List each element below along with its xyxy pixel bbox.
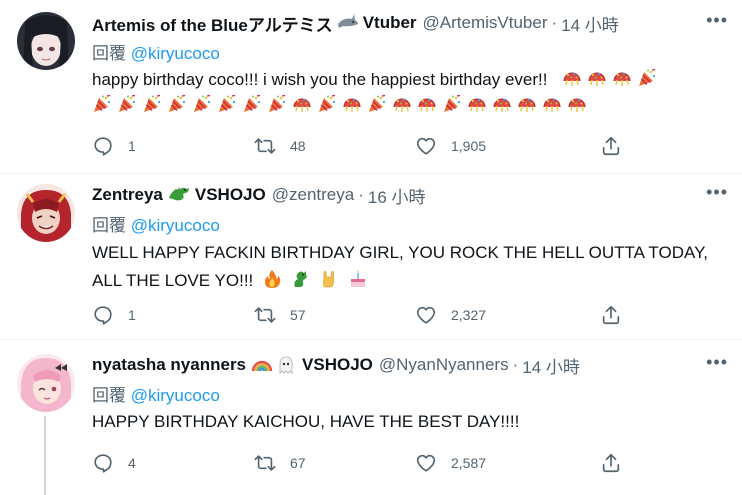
user-handle[interactable]: @NyanNyanners — [379, 355, 509, 375]
mention-link[interactable]: @kiryucoco — [131, 216, 220, 235]
tweet-text: HAPPY BIRTHDAY KAICHOU, HAVE THE BEST DA… — [92, 409, 728, 435]
share-icon — [600, 452, 622, 474]
retweet-icon — [254, 304, 276, 326]
display-name[interactable]: Artemis of the Blueアルテミス — [92, 11, 333, 36]
like-icon — [415, 304, 437, 326]
display-name[interactable]: nyatasha nyanners — [92, 355, 246, 375]
dragon-emoji-icon — [294, 271, 307, 287]
reply-icon — [92, 304, 114, 326]
dragon-emoji-icon — [167, 184, 191, 207]
tweet-nyanners[interactable]: nyatasha nyanners VSHOJO @NyanNyanners ·… — [0, 340, 742, 495]
tweet-actions: 4 67 2,587 — [92, 450, 632, 476]
confetti-ball-emoji-icon — [392, 96, 442, 115]
rock-on-emoji-icon — [323, 270, 335, 288]
birthday-cake-emoji-icon — [351, 270, 366, 287]
confetti-ball-emoji-icon — [467, 96, 592, 115]
retweet-button[interactable]: 67 — [254, 452, 306, 474]
share-icon — [600, 135, 622, 157]
retweet-button[interactable]: 57 — [254, 304, 306, 326]
party-popper-emoji-icon — [442, 96, 467, 115]
time-separator: · — [551, 13, 558, 32]
tweet-text-content: happy birthday coco!!! i wish you the ha… — [92, 70, 548, 89]
time-separator: · — [512, 355, 519, 374]
party-popper-emoji-icon — [637, 70, 662, 89]
share-icon — [600, 304, 622, 326]
like-count: 2,327 — [451, 307, 487, 323]
reply-count: 1 — [128, 307, 136, 323]
rainbow-emoji-icon — [252, 360, 273, 372]
reply-button[interactable]: 1 — [92, 304, 136, 326]
shark-emoji-icon — [337, 13, 359, 34]
avatar[interactable] — [17, 12, 75, 70]
display-name-suffix[interactable]: Vtuber — [363, 13, 417, 33]
mention-link[interactable]: @kiryucoco — [131, 386, 220, 405]
retweet-icon — [254, 452, 276, 474]
like-icon — [415, 135, 437, 157]
share-button[interactable] — [600, 304, 636, 326]
tweet-text: WELL HAPPY FACKIN BIRTHDAY GIRL, YOU ROC… — [92, 239, 728, 295]
reply-count: 4 — [128, 455, 136, 471]
display-name-suffix[interactable]: VSHOJO — [195, 185, 266, 205]
reply-context: 回覆 @kiryucoco — [92, 381, 728, 405]
like-button[interactable]: 1,905 — [415, 135, 486, 157]
user-handle[interactable]: @zentreya — [272, 185, 354, 205]
retweet-count: 67 — [290, 455, 306, 471]
like-count: 1,905 — [451, 138, 487, 154]
ghost-emoji-icon — [279, 356, 293, 374]
share-button[interactable] — [600, 452, 636, 474]
display-name-suffix[interactable]: VSHOJO — [302, 355, 373, 375]
more-icon[interactable]: ••• — [706, 183, 728, 201]
confetti-ball-emoji-icon — [342, 96, 367, 115]
tweet-header: nyatasha nyanners VSHOJO @NyanNyanners ·… — [92, 353, 728, 378]
retweet-count: 57 — [290, 307, 306, 323]
retweet-icon — [254, 135, 276, 157]
tweet-text-content: HAPPY BIRTHDAY KAICHOU, HAVE THE BEST DA… — [92, 412, 520, 431]
fire-emoji-icon — [265, 270, 281, 288]
tweet-header: Artemis of the Blueアルテミス Vtuber @Artemis… — [92, 11, 728, 36]
reply-icon — [92, 135, 114, 157]
tweet-text: happy birthday coco!!! i wish you the ha… — [92, 67, 728, 119]
tweet-actions: 1 57 2,327 — [92, 302, 632, 328]
tweet-header: Zentreya VSHOJO @zentreya · 16 小時 — [92, 183, 728, 208]
party-popper-emoji-icon — [317, 96, 342, 115]
thread-connector-line — [44, 416, 46, 495]
timestamp[interactable]: 14 小時 — [522, 353, 580, 378]
like-count: 2,587 — [451, 455, 487, 471]
reply-prefix: 回覆 — [92, 216, 126, 235]
reply-count: 1 — [128, 138, 136, 154]
share-button[interactable] — [600, 135, 636, 157]
avatar[interactable] — [17, 354, 75, 412]
reply-prefix: 回覆 — [92, 386, 126, 405]
tweet-zentreya[interactable]: Zentreya VSHOJO @zentreya · 16 小時 ••• 回覆… — [0, 174, 742, 342]
avatar[interactable] — [17, 184, 75, 242]
more-icon[interactable]: ••• — [706, 11, 728, 29]
reply-icon — [92, 452, 114, 474]
reply-context: 回覆 @kiryucoco — [92, 39, 728, 63]
reply-context: 回覆 @kiryucoco — [92, 211, 728, 235]
retweet-count: 48 — [290, 138, 306, 154]
confetti-ball-emoji-icon — [562, 70, 637, 89]
more-icon[interactable]: ••• — [706, 353, 728, 371]
mention-link[interactable]: @kiryucoco — [131, 44, 220, 63]
like-button[interactable]: 2,327 — [415, 304, 486, 326]
timestamp[interactable]: 16 小時 — [368, 183, 426, 208]
user-handle[interactable]: @ArtemisVtuber — [423, 13, 548, 33]
party-popper-emoji-icon — [92, 96, 292, 115]
display-name[interactable]: Zentreya — [92, 185, 163, 205]
confetti-ball-emoji-icon — [292, 96, 317, 115]
reply-button[interactable]: 4 — [92, 452, 136, 474]
like-icon — [415, 452, 437, 474]
tweet-text-line1: WELL HAPPY FACKIN BIRTHDAY GIRL, YOU ROC… — [92, 243, 708, 262]
tweet-actions: 1 48 1,905 — [92, 133, 632, 159]
tweet-text-line2: ALL THE LOVE YO!!! — [92, 271, 254, 290]
timestamp[interactable]: 14 小時 — [561, 11, 619, 36]
retweet-button[interactable]: 48 — [254, 135, 306, 157]
time-separator: · — [358, 185, 364, 204]
reply-button[interactable]: 1 — [92, 135, 136, 157]
reply-prefix: 回覆 — [92, 44, 126, 63]
tweet-artemis[interactable]: Artemis of the Blueアルテミス Vtuber @Artemis… — [0, 0, 742, 176]
like-button[interactable]: 2,587 — [415, 452, 486, 474]
party-popper-emoji-icon — [367, 96, 392, 115]
